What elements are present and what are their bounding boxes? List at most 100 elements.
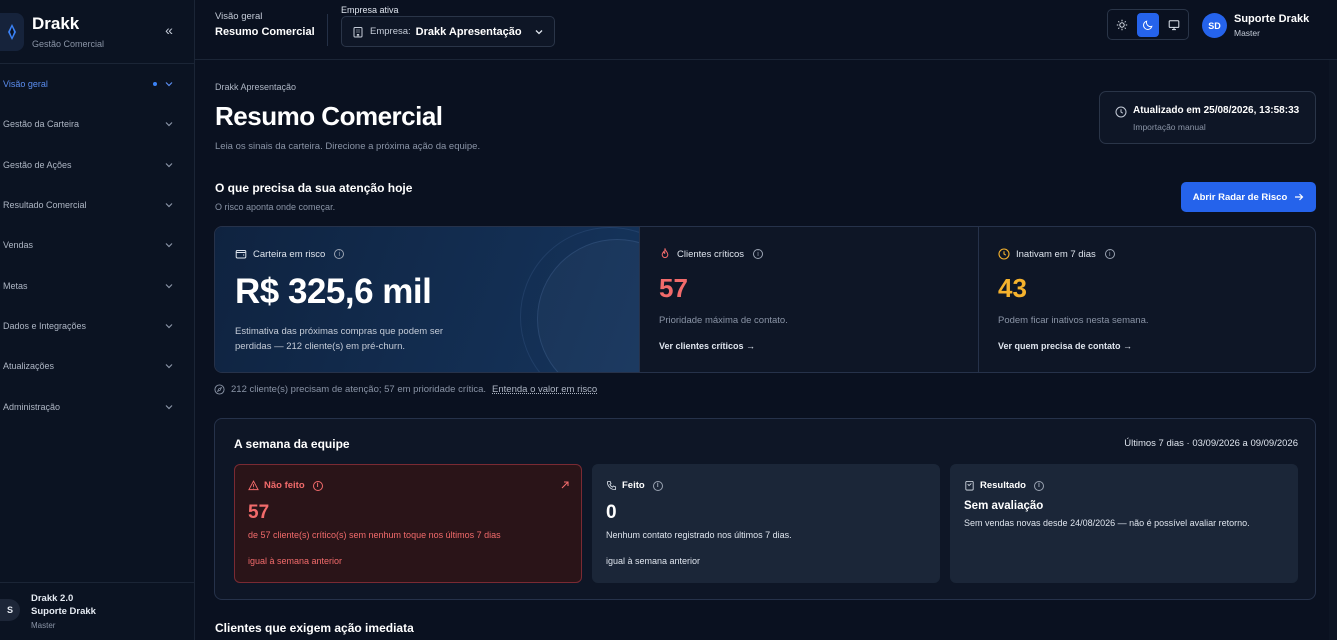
- clock-icon: [1115, 106, 1127, 118]
- external-arrow-icon: [561, 481, 569, 489]
- sidebar-item-gestao-carteira[interactable]: Gestão da Carteira: [0, 104, 195, 144]
- kpi-risk-card: Carteira em risco i R$ 325,6 mil Estimat…: [215, 227, 639, 372]
- sidebar-item-label: Gestão da Carteira: [3, 119, 80, 130]
- attention-subtitle: O risco aponta onde começar.: [215, 202, 336, 212]
- sidebar-item-label: Metas: [3, 280, 28, 291]
- brand-subtitle: Gestão Comercial: [32, 39, 105, 49]
- wallet-icon: [235, 250, 247, 259]
- chevron-down-icon: [165, 364, 173, 369]
- sidebar-item-visao-geral[interactable]: Visão geral: [0, 64, 195, 104]
- top-header: Visão geral Resumo Comercial Empresa ati…: [195, 0, 1337, 60]
- view-inactive-clients-link[interactable]: Ver quem precisa de contato →: [998, 341, 1132, 351]
- card-label: Feito i: [606, 480, 663, 491]
- updated-source: Importação manual: [1133, 122, 1206, 132]
- chevron-down-icon: [165, 203, 173, 208]
- kpi-critical-value: 57: [659, 273, 688, 303]
- card-label-text: Não feito: [264, 480, 305, 491]
- info-icon[interactable]: i: [1033, 480, 1044, 491]
- immediate-action-title: Clientes que exigem ação imediata: [215, 621, 414, 635]
- breadcrumb: Visão geral: [215, 11, 263, 22]
- company-select[interactable]: Empresa: Drakk Apresentação: [341, 16, 555, 47]
- sidebar-item-label: Visão geral: [3, 79, 48, 90]
- sidebar-item-label: Atualizações: [3, 361, 55, 372]
- info-icon[interactable]: i: [652, 480, 663, 491]
- brand: Drakk Gestão Comercial «: [0, 0, 194, 64]
- open-risk-radar-button[interactable]: Abrir Radar de Risco: [1181, 182, 1316, 212]
- company-label: Empresa ativa: [341, 5, 399, 15]
- last-updated-card: Atualizado em 25/08/2026, 13:58:33 Impor…: [1099, 91, 1316, 144]
- double-chevron-left-icon[interactable]: «: [161, 22, 177, 38]
- compass-icon: [214, 384, 225, 395]
- moon-icon[interactable]: [1136, 12, 1160, 37]
- result-desc: Sem vendas novas desde 24/08/2026 — não …: [964, 518, 1250, 528]
- info-icon[interactable]: i: [1104, 249, 1115, 259]
- sidebar: Drakk Gestão Comercial « Visão geral Ges…: [0, 0, 195, 640]
- kpi-inactive-value: 43: [998, 273, 1027, 303]
- phone-icon: [606, 480, 617, 491]
- building-icon: [353, 26, 363, 37]
- sidebar-user-card[interactable]: S Drakk 2.0 Suporte Drakk Master: [0, 582, 195, 640]
- card-label: Não feito i: [248, 480, 323, 491]
- not-done-desc: de 57 cliente(s) crítico(s) sem nenhum t…: [248, 530, 501, 540]
- clock-icon: [998, 248, 1010, 260]
- info-icon[interactable]: i: [753, 249, 764, 259]
- not-done-compare: igual à semana anterior: [248, 556, 343, 566]
- card-label-text: Resultado: [980, 480, 1026, 491]
- sidebar-item-vendas[interactable]: Vendas: [0, 225, 195, 265]
- avatar: S: [0, 599, 20, 621]
- team-week-panel: A semana da equipe Últimos 7 dias · 03/0…: [214, 418, 1316, 600]
- info-icon[interactable]: i: [312, 480, 323, 491]
- sidebar-item-dados-integracoes[interactable]: Dados e Integrações: [0, 306, 195, 346]
- done-compare: igual à semana anterior: [606, 556, 701, 566]
- sun-icon[interactable]: [1111, 13, 1134, 37]
- user-role: Master: [1234, 28, 1260, 38]
- not-done-value: 57: [248, 502, 270, 523]
- kpi-label: Carteira em risco i: [235, 248, 345, 260]
- kpi-label-text: Inativam em 7 dias: [1016, 248, 1096, 260]
- chevron-down-icon: [165, 283, 173, 288]
- sidebar-item-label: Administração: [3, 401, 61, 412]
- breadcrumb: Drakk Apresentação: [215, 82, 297, 92]
- sidebar-item-gestao-acoes[interactable]: Gestão de Ações: [0, 145, 195, 185]
- user-avatar[interactable]: SD: [1202, 13, 1227, 38]
- kpi-critical-desc: Prioridade máxima de contato.: [659, 315, 788, 326]
- divider: [327, 14, 328, 46]
- kpi-label-text: Clientes críticos: [677, 248, 745, 260]
- result-heading: Sem avaliação: [964, 500, 1044, 512]
- kpi-inactive-card: Inativam em 7 dias i 43 Podem ficar inat…: [978, 227, 1315, 372]
- sidebar-item-atualizacoes[interactable]: Atualizações: [0, 346, 195, 386]
- kpi-critical-card: Clientes críticos i 57 Prioridade máxima…: [639, 227, 978, 372]
- attention-title: O que precisa da sua atenção hoje: [215, 181, 413, 195]
- note-text: 212 cliente(s) precisam de atenção; 57 e…: [231, 384, 487, 395]
- view-critical-clients-link[interactable]: Ver clientes críticos →: [659, 341, 755, 351]
- scrollbar[interactable]: [1329, 60, 1337, 640]
- flame-icon: [661, 248, 669, 259]
- risk-value-explain-link[interactable]: Entenda o valor em risco: [492, 384, 597, 395]
- sidebar-item-administracao[interactable]: Administração: [0, 386, 195, 426]
- sidebar-nav: Visão geral Gestão da Carteira Gestão de…: [0, 64, 195, 427]
- theme-toggle: [1107, 9, 1189, 40]
- not-done-card[interactable]: Não feito i 57 de 57 cliente(s) crítico(…: [234, 464, 582, 583]
- kpi-label: Clientes críticos i: [659, 248, 764, 260]
- sidebar-item-resultado-comercial[interactable]: Resultado Comercial: [0, 185, 195, 225]
- chevron-down-icon: [165, 323, 173, 329]
- page-subtitle: Leia os sinais da carteira. Direcione a …: [215, 141, 481, 152]
- main-content: Drakk Apresentação Resumo Comercial Leia…: [195, 60, 1333, 640]
- app-version: Drakk 2.0: [31, 593, 74, 604]
- chevron-down-icon: [535, 30, 543, 35]
- monitor-icon[interactable]: [1162, 13, 1185, 37]
- company-value: Drakk Apresentação: [415, 25, 522, 38]
- week-title: A semana da equipe: [234, 437, 350, 451]
- week-range: Últimos 7 dias · 03/09/2026 a 09/09/2026: [1124, 438, 1298, 449]
- button-label: Abrir Radar de Risco: [1192, 191, 1288, 203]
- chevron-down-icon: [165, 82, 173, 87]
- card-label: Resultado i: [964, 480, 1044, 491]
- done-card: Feito i 0 Nenhum contato registrado nos …: [592, 464, 940, 583]
- chevron-down-icon: [165, 404, 173, 409]
- info-icon[interactable]: i: [334, 249, 345, 259]
- sidebar-item-label: Resultado Comercial: [3, 200, 87, 211]
- result-card: Resultado i Sem avaliação Sem vendas nov…: [950, 464, 1298, 583]
- sidebar-item-metas[interactable]: Metas: [0, 265, 195, 305]
- kpi-label: Inativam em 7 dias i: [998, 248, 1115, 260]
- kpi-label-text: Carteira em risco: [253, 248, 326, 260]
